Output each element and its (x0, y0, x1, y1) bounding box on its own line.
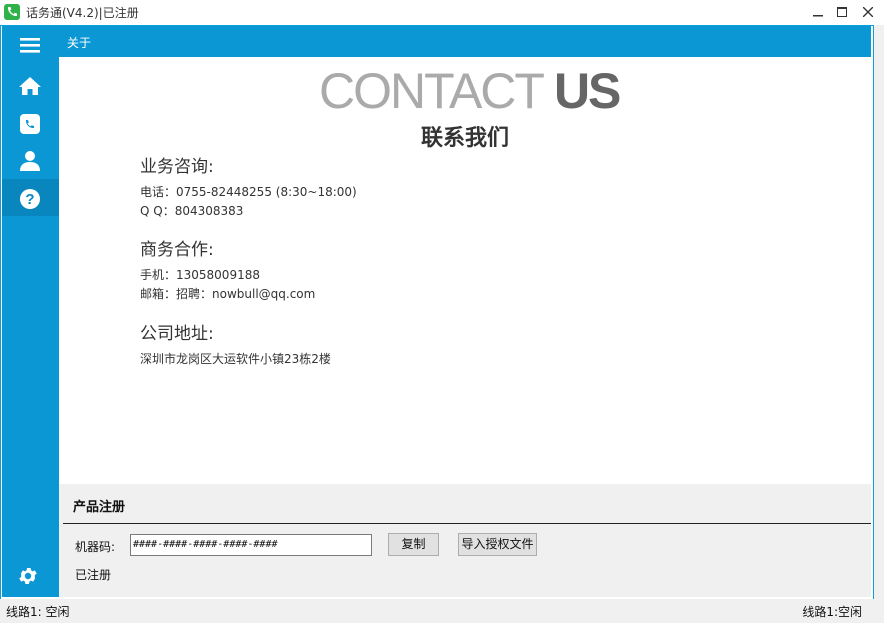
sidebar-item-about[interactable]: ? (2, 179, 59, 216)
address-section: 公司地址: 深圳市龙岗区大运软件小镇23栋2楼 (140, 319, 331, 369)
close-button[interactable] (856, 0, 880, 25)
line-status-right: 线路1:空闲 (802, 605, 862, 619)
business-section: 商务合作: 手机：13058009188 邮箱：招聘：nowbull@qq.co… (140, 235, 315, 304)
consult-section: 业务咨询: 电话：0755-82448255 (8:30~18:00) Q Q：… (140, 152, 357, 221)
contact-us-banner: CONTACT US (319, 61, 621, 121)
help-icon: ? (20, 189, 40, 209)
machine-code-label: 机器码: (75, 540, 116, 554)
maximize-button[interactable] (830, 0, 854, 25)
banner-contact-text: CONTACT (319, 63, 554, 119)
address-title: 公司地址: (140, 324, 214, 344)
registration-status: 已注册 (75, 568, 112, 582)
machine-code-field[interactable]: ####-####-####-####-#### (130, 534, 372, 556)
consult-title: 业务咨询: (140, 157, 214, 177)
sidebar-item-phone[interactable] (2, 104, 59, 141)
business-mobile: 手机：13058009188 (140, 268, 260, 282)
user-icon (20, 151, 40, 171)
tab-bar: 关于 (59, 26, 871, 57)
line-status-left: 线路1: 空闲 (6, 605, 70, 619)
svg-text:?: ? (25, 191, 34, 208)
page-title: 联系我们 (420, 126, 509, 151)
consult-phone: 电话：0755-82448255 (8:30~18:00) (140, 185, 357, 199)
business-title: 商务合作: (140, 240, 214, 260)
phone-icon (20, 114, 40, 134)
tab-about[interactable]: 关于 (67, 34, 91, 51)
app-logo-icon (4, 4, 20, 20)
address-line: 深圳市龙岗区大运软件小镇23栋2楼 (140, 352, 331, 366)
sidebar-item-contacts[interactable] (2, 141, 59, 178)
menu-icon (20, 38, 40, 53)
registration-title: 产品注册 (73, 500, 126, 515)
menu-button[interactable] (2, 26, 59, 63)
window-title: 话务通(V4.2)|已注册 (26, 6, 139, 20)
import-license-button[interactable]: 导入授权文件 (458, 533, 537, 556)
title-bar: 话务通(V4.2)|已注册 (0, 0, 884, 25)
about-panel: CONTACT US 联系我们 业务咨询: 电话：0755-82448255 (… (59, 57, 871, 484)
home-icon (19, 77, 41, 95)
sidebar-item-home[interactable] (2, 67, 59, 104)
registration-panel: 产品注册 机器码: ####-####-####-####-#### 复制 导入… (19, 484, 871, 597)
copy-button[interactable]: 复制 (388, 533, 439, 556)
status-bar: 线路1: 空闲 线路1:空闲 (0, 599, 884, 623)
business-email: 邮箱：招聘：nowbull@qq.com (140, 287, 316, 301)
minimize-button[interactable] (806, 0, 830, 25)
gear-icon[interactable] (17, 565, 39, 587)
divider (63, 523, 871, 524)
consult-qq: Q Q：804308383 (140, 204, 244, 218)
banner-us-text: US (553, 63, 621, 119)
sidebar: ? (2, 26, 59, 597)
